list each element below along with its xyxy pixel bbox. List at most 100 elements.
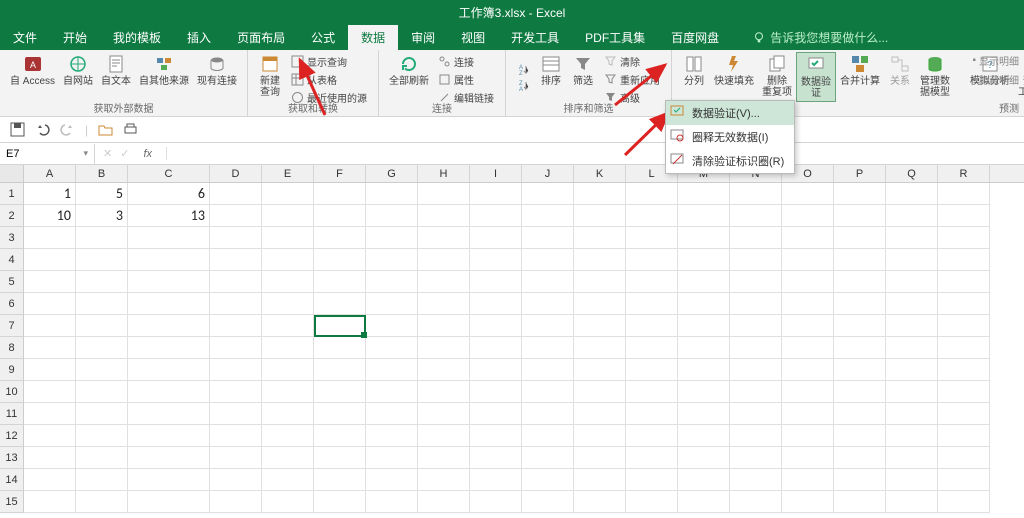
dropdown-clear-circles[interactable]: 清除验证标识圈(R) <box>666 149 794 173</box>
cell[interactable] <box>418 403 470 425</box>
cell[interactable] <box>210 469 262 491</box>
cell[interactable] <box>626 293 678 315</box>
tab-insert[interactable]: 插入 <box>174 25 224 50</box>
cell[interactable] <box>470 403 522 425</box>
dropdown-circle-invalid[interactable]: 圈释无效数据(I) <box>666 125 794 149</box>
col-header[interactable]: P <box>834 165 886 182</box>
cell[interactable] <box>522 447 574 469</box>
cell[interactable] <box>128 469 210 491</box>
cell[interactable] <box>834 381 886 403</box>
cell[interactable] <box>574 315 626 337</box>
cell[interactable] <box>782 447 834 469</box>
cell[interactable] <box>262 271 314 293</box>
cell[interactable] <box>262 425 314 447</box>
cell[interactable] <box>262 447 314 469</box>
row-header[interactable]: 10 <box>0 381 24 403</box>
cell[interactable] <box>470 183 522 205</box>
cell[interactable] <box>314 491 366 513</box>
cell[interactable] <box>314 469 366 491</box>
from-table-button[interactable]: 从表格 <box>289 71 369 88</box>
cancel-formula-button[interactable]: ✕ <box>103 147 112 160</box>
cell[interactable] <box>470 359 522 381</box>
cell[interactable] <box>626 381 678 403</box>
cell[interactable] <box>834 293 886 315</box>
cell[interactable] <box>76 491 128 513</box>
cell[interactable] <box>782 491 834 513</box>
cell[interactable] <box>366 491 418 513</box>
cell[interactable] <box>938 293 990 315</box>
cell[interactable] <box>210 315 262 337</box>
name-box[interactable]: E7 ▾ <box>0 144 95 164</box>
cell[interactable] <box>626 425 678 447</box>
cell[interactable] <box>470 425 522 447</box>
sort-desc-button[interactable]: ZA <box>515 78 532 93</box>
cell[interactable] <box>76 381 128 403</box>
row-header[interactable]: 2 <box>0 205 24 227</box>
cell[interactable] <box>938 491 990 513</box>
row-header[interactable]: 5 <box>0 271 24 293</box>
cell[interactable] <box>24 381 76 403</box>
tab-home[interactable]: 开始 <box>50 25 100 50</box>
tab-view[interactable]: 视图 <box>448 25 498 50</box>
cell[interactable] <box>834 337 886 359</box>
cell[interactable] <box>128 293 210 315</box>
cell[interactable] <box>678 337 730 359</box>
cell[interactable] <box>128 227 210 249</box>
col-header[interactable]: H <box>418 165 470 182</box>
cell[interactable] <box>210 359 262 381</box>
cell[interactable] <box>210 491 262 513</box>
cell[interactable] <box>834 271 886 293</box>
cell[interactable] <box>418 293 470 315</box>
cell[interactable] <box>886 447 938 469</box>
cell[interactable] <box>314 403 366 425</box>
cell[interactable] <box>522 403 574 425</box>
cell[interactable] <box>128 337 210 359</box>
cell[interactable] <box>76 337 128 359</box>
col-header[interactable]: J <box>522 165 574 182</box>
cell[interactable] <box>128 249 210 271</box>
spreadsheet-grid[interactable]: A B C D E F G H I J K L M N O P Q R 1234… <box>0 165 1024 513</box>
cell[interactable] <box>626 183 678 205</box>
tab-layout[interactable]: 页面布局 <box>224 25 298 50</box>
cell[interactable] <box>522 315 574 337</box>
cell[interactable] <box>314 315 366 337</box>
row-header[interactable]: 11 <box>0 403 24 425</box>
tab-file[interactable]: 文件 <box>0 25 50 50</box>
cell[interactable] <box>730 469 782 491</box>
enter-formula-button[interactable]: ✓ <box>120 147 129 160</box>
save-icon[interactable] <box>10 122 25 137</box>
tell-me-box[interactable]: 告诉我您想要做什么... <box>752 25 888 50</box>
cell[interactable] <box>782 359 834 381</box>
cell[interactable] <box>730 205 782 227</box>
cell[interactable] <box>678 425 730 447</box>
cell[interactable] <box>366 337 418 359</box>
show-detail-button[interactable]: ▪ 显示明细 <box>972 53 1019 68</box>
cell[interactable] <box>262 315 314 337</box>
cell[interactable] <box>24 425 76 447</box>
cell[interactable] <box>886 227 938 249</box>
cell[interactable] <box>574 337 626 359</box>
cell[interactable] <box>470 381 522 403</box>
cell[interactable] <box>782 403 834 425</box>
sort-asc-button[interactable]: AZ <box>515 62 532 77</box>
cell[interactable] <box>574 381 626 403</box>
cell[interactable] <box>24 227 76 249</box>
open-icon[interactable] <box>98 122 113 137</box>
cell[interactable] <box>730 183 782 205</box>
cell[interactable] <box>314 447 366 469</box>
col-header[interactable]: A <box>24 165 76 182</box>
cell[interactable] <box>522 337 574 359</box>
row-header[interactable]: 12 <box>0 425 24 447</box>
cell[interactable] <box>522 469 574 491</box>
cell[interactable] <box>730 491 782 513</box>
cell[interactable] <box>76 227 128 249</box>
cell[interactable] <box>626 403 678 425</box>
cell[interactable] <box>782 183 834 205</box>
cell[interactable] <box>24 403 76 425</box>
cell[interactable] <box>938 381 990 403</box>
properties-button[interactable]: 属性 <box>436 71 496 88</box>
cell[interactable] <box>834 403 886 425</box>
from-access-button[interactable]: A自 Access <box>6 52 59 102</box>
cell[interactable] <box>522 271 574 293</box>
cell[interactable] <box>470 227 522 249</box>
